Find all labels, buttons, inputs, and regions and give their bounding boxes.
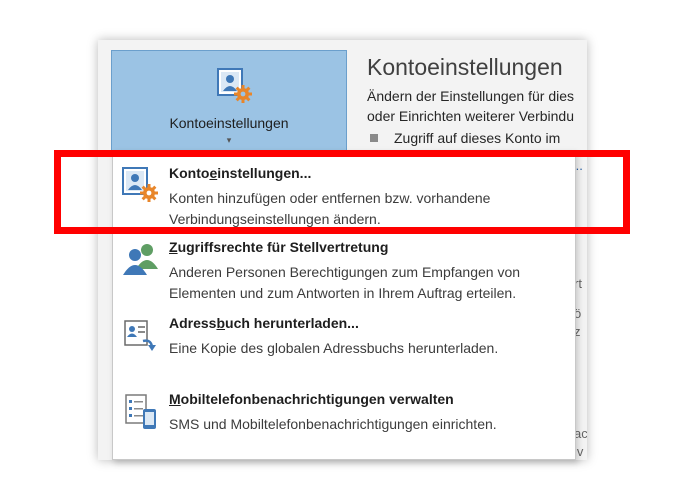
title-mnemonic: M: [169, 391, 181, 407]
menu-item-description: Anderen Personen Berechtigungen zum Empf…: [169, 264, 521, 301]
menu-item-title: Mobiltelefonbenachrichtigungen verwalten: [169, 391, 454, 407]
mobile-notifications-icon: [125, 394, 156, 429]
account-settings-split-button[interactable]: Kontoeinstellungen ▾: [111, 50, 347, 156]
account-settings-icon: [122, 167, 158, 202]
title-part: Konto: [169, 165, 210, 181]
title-part: uch herunterladen...: [225, 315, 359, 331]
menu-item-account-settings[interactable]: Kontoeinstellungen... Konten hinzufügen …: [113, 165, 575, 227]
menu-item-description: SMS und Mobiltelefonbenachrichtigungen e…: [169, 416, 497, 432]
panel-title: Kontoeinstellungen: [367, 54, 563, 80]
menu-item-description: Konten hinzufügen oder entfernen bzw. vo…: [169, 190, 491, 227]
panel-bullet-text: Zugriff auf dieses Konto im: [394, 130, 561, 146]
bullet-square-icon: [370, 134, 378, 142]
panel-description-line-2: oder Einrichten weiterer Verbindu: [367, 108, 575, 124]
address-book-download-icon: [124, 320, 156, 351]
panel-description-line-1: Ändern der Einstellungen für dies: [367, 88, 575, 104]
menu-item-mobile-notifications[interactable]: Mobiltelefonbenachrichtigungen verwalten…: [113, 391, 575, 437]
chevron-down-icon: ▾: [226, 135, 232, 145]
account-settings-icon: [217, 68, 252, 103]
title-part: instellungen...: [217, 165, 312, 181]
panel-bullet: Zugriff auf dieses Konto im: [370, 130, 560, 146]
menu-item-title: Adressbuch herunterladen...: [169, 315, 359, 331]
account-settings-dropdown-menu: Kontoeinstellungen... Konten hinzufügen …: [112, 150, 576, 460]
title-part: Adress: [169, 315, 217, 331]
title-part: ugriffsrechte für Stellvertretung: [177, 239, 389, 255]
menu-item-delegate-access[interactable]: Zugriffsrechte für Stellvertretung Ander…: [113, 239, 575, 303]
title-mnemonic: Z: [169, 239, 178, 255]
account-settings-button-label: Kontoeinstellungen: [169, 115, 289, 131]
menu-item-title: Kontoeinstellungen...: [169, 165, 311, 181]
title-mnemonic: b: [216, 315, 226, 331]
menu-item-description: Eine Kopie des globalen Adressbuchs heru…: [169, 340, 499, 356]
title-part: obiltelefonbenachrichtigungen verwalten: [180, 391, 454, 407]
menu-item-download-address-book[interactable]: Adressbuch herunterladen... Eine Kopie d…: [113, 315, 575, 361]
panel-description: Ändern der Einstellungen für dies oder E…: [367, 86, 574, 126]
delegate-access-icon: [123, 244, 158, 275]
menu-item-title: Zugriffsrechte für Stellvertretung: [169, 239, 388, 255]
